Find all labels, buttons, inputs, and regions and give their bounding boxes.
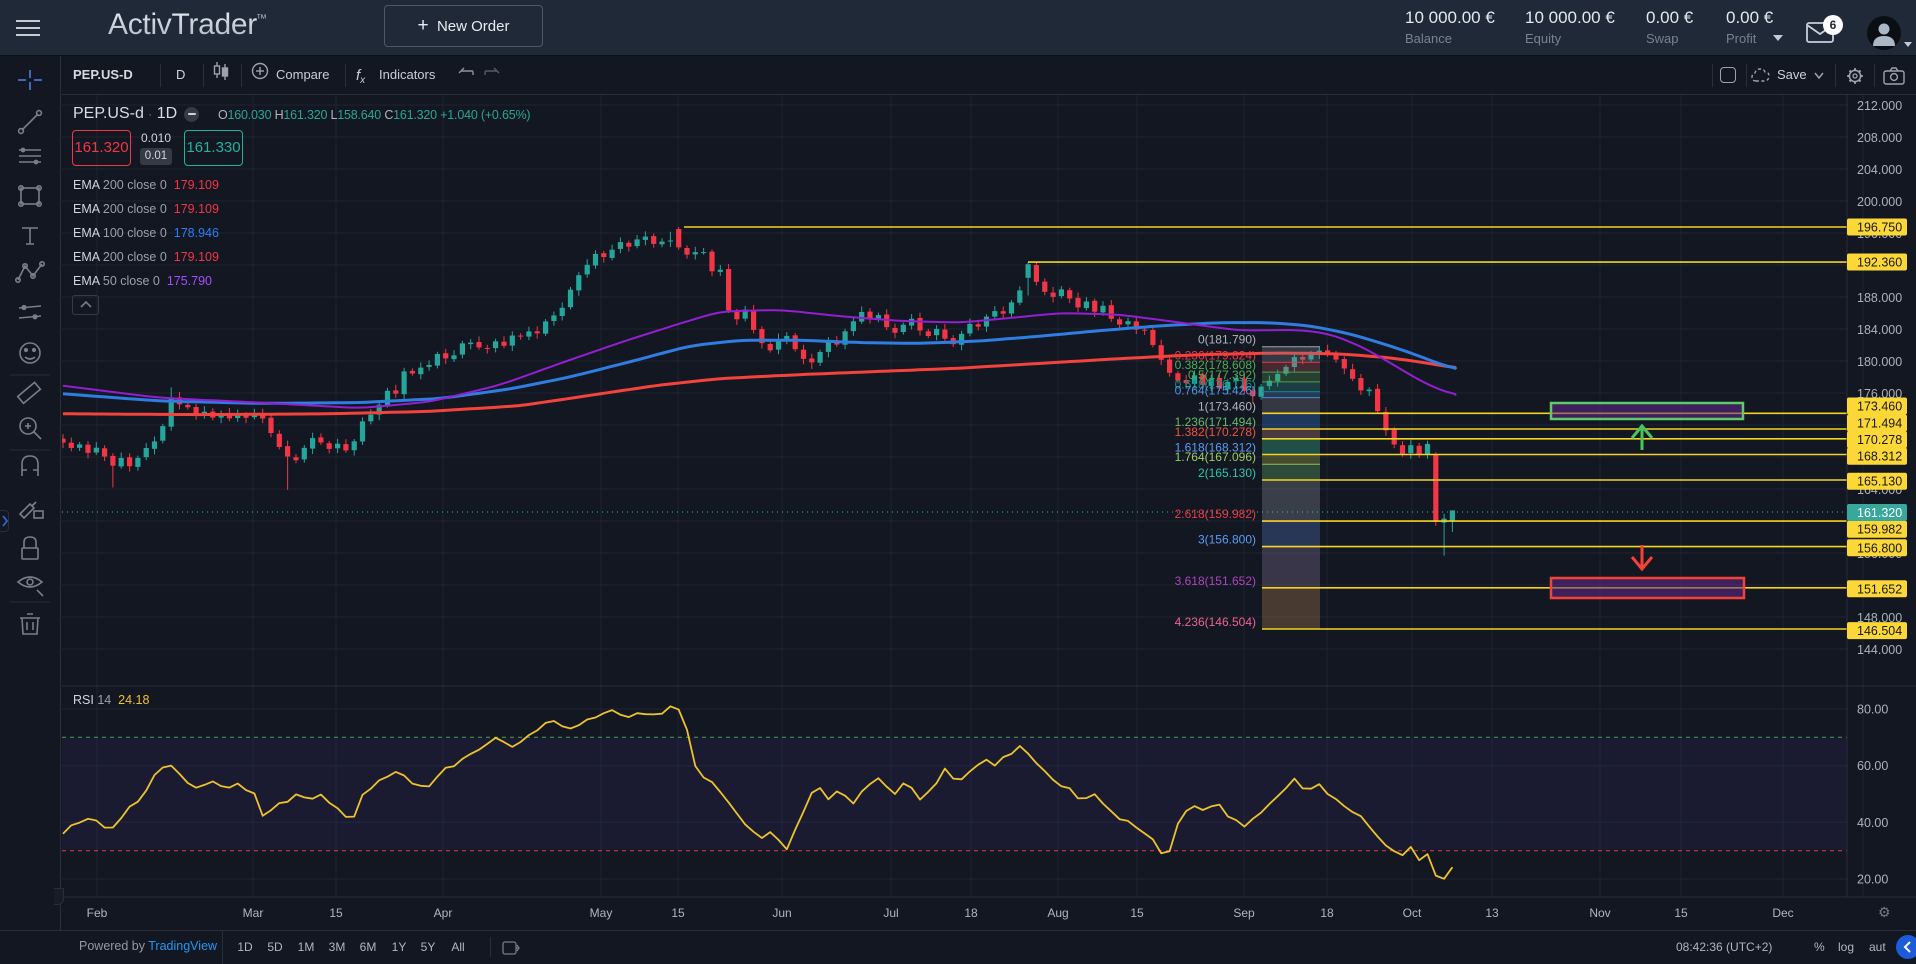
svg-text:15: 15 <box>1674 906 1688 920</box>
svg-text:Apr: Apr <box>434 906 453 920</box>
svg-text:Aug: Aug <box>1047 906 1068 920</box>
svg-text:20.00: 20.00 <box>1857 873 1888 887</box>
svg-text:40.00: 40.00 <box>1857 816 1888 830</box>
svg-text:2(165.130): 2(165.130) <box>1198 466 1256 480</box>
svg-text:196.750: 196.750 <box>1857 221 1902 235</box>
svg-text:60.00: 60.00 <box>1857 759 1888 773</box>
svg-text:184.000: 184.000 <box>1857 323 1902 337</box>
svg-text:Nov: Nov <box>1589 906 1610 920</box>
svg-text:165.130: 165.130 <box>1857 475 1902 489</box>
svg-text:13: 13 <box>1485 906 1499 920</box>
svg-text:168.312: 168.312 <box>1857 450 1902 464</box>
svg-text:15: 15 <box>1130 906 1144 920</box>
svg-text:⚙: ⚙ <box>1878 904 1891 920</box>
svg-text:Jul: Jul <box>883 906 898 920</box>
svg-text:192.360: 192.360 <box>1857 256 1902 270</box>
svg-text:159.982: 159.982 <box>1857 523 1902 537</box>
svg-text:146.504: 146.504 <box>1857 624 1902 638</box>
svg-text:180.000: 180.000 <box>1857 355 1902 369</box>
svg-text:212.000: 212.000 <box>1857 99 1902 113</box>
svg-text:Jun: Jun <box>772 906 791 920</box>
svg-text:188.000: 188.000 <box>1857 291 1902 305</box>
svg-text:200.000: 200.000 <box>1857 195 1902 209</box>
svg-text:80.00: 80.00 <box>1857 703 1888 717</box>
svg-text:15: 15 <box>329 906 343 920</box>
svg-text:170.278: 170.278 <box>1857 433 1902 447</box>
svg-text:Feb: Feb <box>87 906 108 920</box>
svg-text:208.000: 208.000 <box>1857 131 1902 145</box>
svg-text:Dec: Dec <box>1772 906 1793 920</box>
svg-text:1(173.460): 1(173.460) <box>1198 399 1256 413</box>
svg-text:3(156.800): 3(156.800) <box>1198 533 1256 547</box>
svg-text:Mar: Mar <box>243 906 264 920</box>
svg-text:4.236(146.504): 4.236(146.504) <box>1175 615 1256 629</box>
svg-text:3.618(151.652): 3.618(151.652) <box>1175 574 1256 588</box>
svg-text:171.494: 171.494 <box>1857 417 1902 431</box>
svg-text:151.652: 151.652 <box>1857 582 1902 596</box>
svg-text:May: May <box>590 906 613 920</box>
svg-text:1.382(170.278): 1.382(170.278) <box>1175 425 1256 439</box>
svg-text:Oct: Oct <box>1403 906 1422 920</box>
svg-text:156.800: 156.800 <box>1857 541 1902 555</box>
svg-text:Sep: Sep <box>1233 906 1255 920</box>
svg-text:0.764(175.426): 0.764(175.426) <box>1175 384 1256 398</box>
svg-text:1.764(167.096): 1.764(167.096) <box>1175 450 1256 464</box>
svg-text:2.618(159.982): 2.618(159.982) <box>1175 507 1256 521</box>
svg-text:161.320: 161.320 <box>1857 506 1902 520</box>
svg-text:18: 18 <box>1320 906 1334 920</box>
svg-text:144.000: 144.000 <box>1857 643 1902 657</box>
svg-text:204.000: 204.000 <box>1857 163 1902 177</box>
svg-text:18: 18 <box>964 906 978 920</box>
svg-text:173.460: 173.460 <box>1857 400 1902 414</box>
svg-text:0(181.790): 0(181.790) <box>1198 333 1256 347</box>
svg-text:15: 15 <box>671 906 685 920</box>
